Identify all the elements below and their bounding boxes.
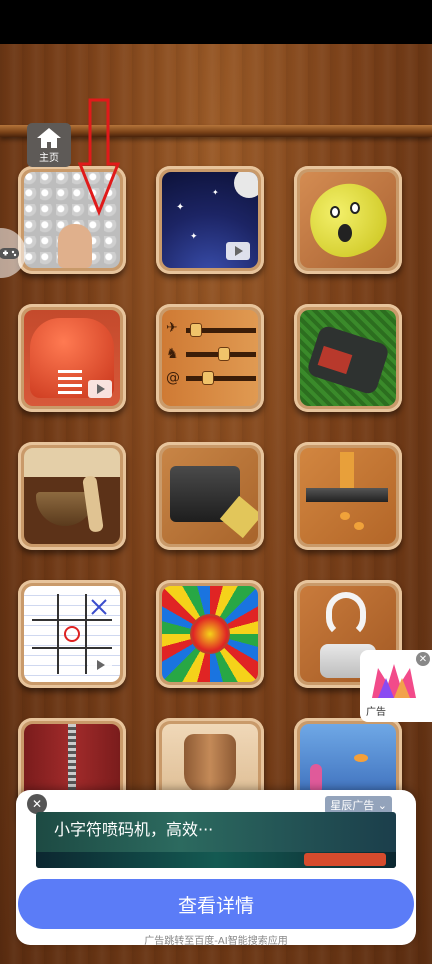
finger [58,224,92,268]
boxing-glove-art [24,310,120,406]
snail-icon: @ [166,370,180,386]
ad-panel[interactable]: ✕ 星辰广告 ⌄ 小字符喷码机，高效··· 查看详情 广告跳转至百度-AI智能搜… [16,790,416,947]
arrow-down-icon [78,98,120,216]
star: ✦ [212,188,219,197]
video-icon [226,242,250,260]
gamepad-icon [0,248,19,259]
home-icon [37,127,61,148]
tic-tac-toe-art [24,586,120,682]
egg [300,173,396,267]
home-button[interactable]: 主页 [27,123,71,167]
carrot-slice [340,512,350,520]
tile-screaming-egg[interactable] [294,166,402,274]
floating-ad-label: 广告 [366,707,386,718]
tile-pencil-sharpener[interactable] [156,442,264,550]
fish [354,754,368,762]
ad-close-button[interactable]: ✕ [27,794,47,814]
night-sky-art: ✦ ✦ ✦ [162,172,258,268]
tile-lawn-mower[interactable] [294,304,402,412]
moon [234,172,258,198]
floating-ad-close-button[interactable]: ✕ [416,652,430,666]
slider-track [186,376,256,381]
lawn-mower-art [300,310,396,406]
egg-eye [350,202,360,214]
view-details-button[interactable]: 查看详情 [18,879,414,929]
tile-kaleidoscope[interactable] [156,580,264,688]
egg-art [300,172,396,268]
glove-laces [58,368,82,394]
ad-footer-text: 广告跳转至百度-AI智能搜索应用 [144,936,288,947]
knife-carrot-art [300,448,396,544]
crown-logo-icon [372,664,416,698]
tile-night-sky[interactable]: ✦ ✦ ✦ [156,166,264,274]
sliders-art: ✈ ♞ @ [162,310,258,406]
horse-icon: ♞ [166,346,179,362]
sharpener-art [162,448,258,544]
slider-knob [202,371,214,385]
mallet [82,475,104,533]
star: ✦ [190,232,198,242]
home-label: 主页 [39,152,59,164]
floating-ad[interactable]: ✕ 广告 [360,650,432,722]
video-icon [88,656,112,674]
tile-tic-tac-toe[interactable] [18,580,126,688]
tile-knife-carrot[interactable] [294,442,402,550]
singing-bowl-art [24,448,120,544]
knife [306,488,388,502]
ad-banner[interactable]: 小字符喷码机，高效··· [36,812,396,868]
egg-mouth [338,224,352,242]
paste-swirl [326,592,366,638]
star: ✦ [176,202,185,213]
status-bar [0,0,432,44]
kaleidoscope-center [190,614,230,654]
tile-animal-sliders[interactable]: ✈ ♞ @ [156,304,264,412]
bird-icon: ✈ [166,320,178,336]
ad-banner-button [304,853,386,866]
carrot-slice [354,522,364,530]
slider-knob [190,323,202,337]
video-icon [88,380,112,398]
slider-knob [218,347,230,361]
ad-banner-title: 小字符喷码机，高效··· [54,820,214,839]
egg-eye [330,206,340,218]
tile-singing-bowl[interactable] [18,442,126,550]
vase [184,734,236,794]
kaleidoscope-art [162,586,258,682]
tile-boxing-glove[interactable] [18,304,126,412]
